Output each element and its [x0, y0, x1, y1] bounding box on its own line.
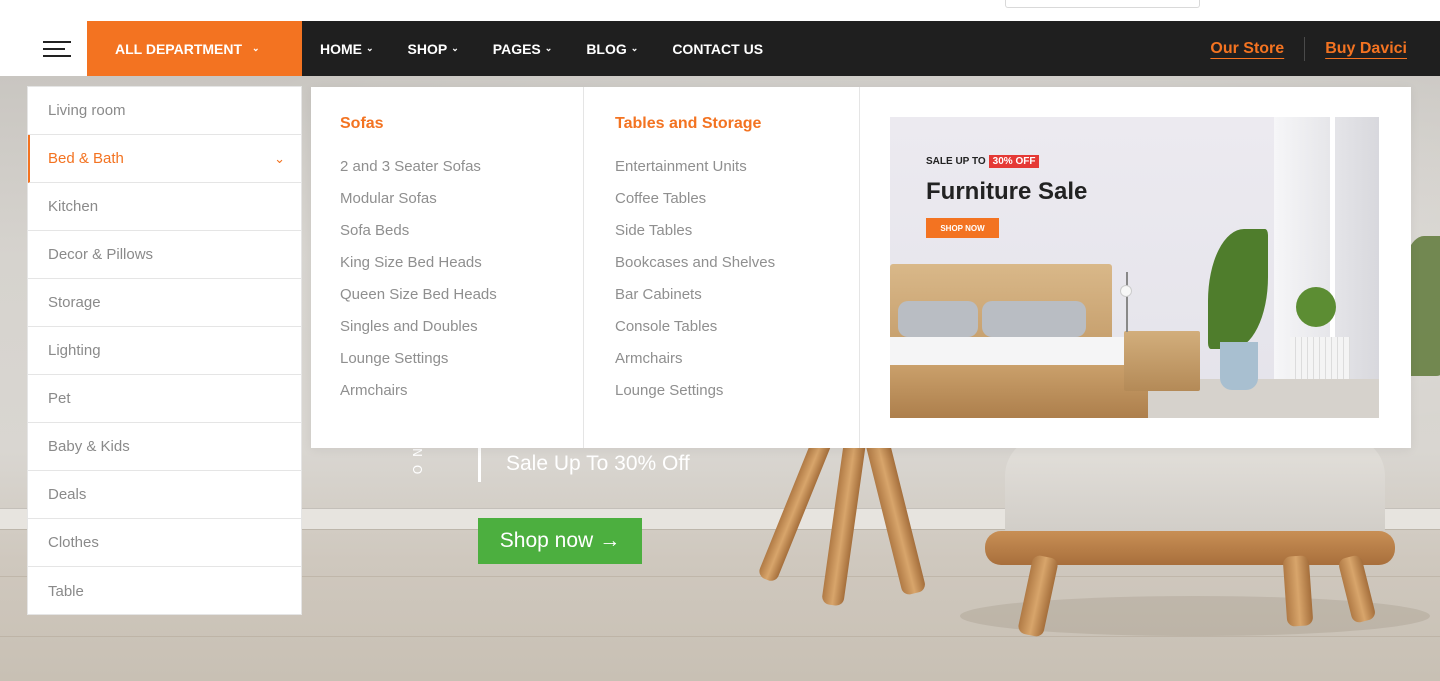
mega-link[interactable]: Coffee Tables: [615, 189, 859, 221]
mega-link[interactable]: Armchairs: [615, 349, 859, 381]
menu-item-blog[interactable]: BLOG ⌄: [586, 41, 638, 57]
department-sidebar: Living room Bed & Bath ⌄ Kitchen Decor & …: [27, 86, 302, 615]
sidebar-item-pet[interactable]: Pet: [28, 375, 301, 423]
sidebar-item-label: Clothes: [48, 534, 99, 551]
mega-link[interactable]: Entertainment Units: [615, 157, 859, 189]
sidebar-item-label: Bed & Bath: [48, 150, 124, 167]
sidebar-item-storage[interactable]: Storage: [28, 279, 301, 327]
mega-link[interactable]: Singles and Doubles: [340, 317, 583, 349]
promo-sale-prefix: SALE UP TO: [926, 156, 986, 167]
mega-link[interactable]: Queen Size Bed Heads: [340, 285, 583, 317]
mega-column-sofas: Sofas 2 and 3 Seater Sofas Modular Sofas…: [311, 87, 584, 448]
menu-item-pages[interactable]: PAGES ⌄: [493, 41, 553, 57]
mega-link[interactable]: Armchairs: [340, 381, 583, 413]
promo-pillow: [982, 301, 1086, 337]
mega-link[interactable]: Sofa Beds: [340, 221, 583, 253]
sidebar-item-kitchen[interactable]: Kitchen: [28, 183, 301, 231]
sidebar-item-label: Storage: [48, 294, 101, 311]
hero-vertical-label: O N: [411, 446, 425, 475]
main-menu: HOME ⌄ SHOP ⌄ PAGES ⌄ BLOG ⌄ CONTACT US: [320, 21, 797, 76]
sidebar-item-bed-bath[interactable]: Bed & Bath ⌄: [28, 135, 301, 183]
floor-line: [0, 636, 1440, 637]
sidebar-item-living-room[interactable]: Living room: [28, 87, 301, 135]
shop-now-button[interactable]: Shop now →: [478, 518, 642, 564]
shop-now-label: Shop now: [499, 529, 594, 552]
chevron-down-icon: ⌄: [544, 43, 553, 53]
promo-lamp-head: [1120, 285, 1132, 297]
all-department-label: ALL DEPARTMENT: [115, 40, 243, 57]
mega-link[interactable]: Bar Cabinets: [615, 285, 859, 317]
chevron-down-icon: ⌄: [451, 43, 459, 53]
promo-nightstand: [1124, 331, 1200, 391]
chevron-down-icon: ⌄: [630, 43, 639, 53]
all-department-button[interactable]: ALL DEPARTMENT ⌄: [87, 21, 302, 76]
promo-shop-now-button[interactable]: SHOP NOW: [926, 218, 999, 238]
mega-link[interactable]: King Size Bed Heads: [340, 253, 583, 285]
sidebar-item-label: Table: [48, 582, 84, 600]
menu-item-home[interactable]: HOME ⌄: [320, 41, 374, 57]
menu-item-shop[interactable]: SHOP ⌄: [408, 41, 459, 57]
menu-item-label: CONTACT US: [672, 40, 764, 57]
menu-item-label: HOME: [320, 40, 362, 57]
main-navbar: ALL DEPARTMENT ⌄ HOME ⌄ SHOP ⌄ PAGES ⌄ B…: [27, 21, 1440, 76]
buy-davici-link[interactable]: Buy Davici: [1325, 40, 1407, 58]
promo-title: Furniture Sale: [926, 178, 1088, 205]
sidebar-item-decor-pillows[interactable]: Decor & Pillows: [28, 231, 301, 279]
mega-link[interactable]: 2 and 3 Seater Sofas: [340, 157, 583, 189]
promo-small-plant: [1296, 287, 1336, 327]
mega-link[interactable]: Side Tables: [615, 221, 859, 253]
chevron-down-icon: ⌄: [274, 150, 285, 166]
mega-link[interactable]: Bookcases and Shelves: [615, 253, 859, 285]
mega-link[interactable]: Modular Sofas: [340, 189, 583, 221]
hamburger-icon[interactable]: [27, 21, 87, 76]
sidebar-item-label: Kitchen: [48, 198, 99, 215]
promo-lamp: [1126, 272, 1128, 332]
chevron-down-icon: ⌄: [366, 43, 374, 53]
armchair-seat: [1005, 436, 1385, 546]
mega-link[interactable]: Lounge Settings: [615, 381, 859, 413]
mega-column-tables-storage: Tables and Storage Entertainment Units C…: [584, 87, 860, 448]
sidebar-item-label: Decor & Pillows: [48, 246, 154, 263]
promo-footboard: [890, 365, 1148, 418]
hero-sale-bar: [478, 446, 481, 482]
menu-item-label: BLOG: [586, 40, 627, 57]
furniture-sale-banner[interactable]: SALE UP TO 30% OFF Furniture Sale SHOP N…: [890, 117, 1379, 418]
chevron-down-icon: ⌄: [252, 43, 260, 53]
sidebar-item-lighting[interactable]: Lighting: [28, 327, 301, 375]
top-strip: [0, 0, 1440, 21]
header-right-links: Our Store Buy Davici: [1210, 21, 1407, 76]
sidebar-item-label: Deals: [48, 486, 87, 503]
our-store-link[interactable]: Our Store: [1210, 40, 1284, 58]
sidebar-item-label: Lighting: [48, 342, 101, 359]
sidebar-item-baby-kids[interactable]: Baby & Kids: [28, 423, 301, 471]
mega-menu: Sofas 2 and 3 Seater Sofas Modular Sofas…: [311, 87, 1411, 448]
mega-link[interactable]: Console Tables: [615, 317, 859, 349]
hero-sale-text: Sale Up To 30% Off: [506, 452, 690, 475]
sidebar-item-label: Pet: [48, 390, 71, 407]
promo-pot: [1220, 342, 1258, 390]
mega-column-title[interactable]: Sofas: [340, 115, 583, 133]
promo-pillow: [898, 301, 978, 337]
sidebar-item-deals[interactable]: Deals: [28, 471, 301, 519]
menu-item-label: SHOP: [407, 40, 448, 57]
promo-sale-label: SALE UP TO 30% OFF: [926, 155, 1040, 168]
sidebar-item-label: Baby & Kids: [48, 438, 130, 455]
menu-item-label: PAGES: [492, 40, 541, 57]
hero-vertical-text: O N: [408, 446, 425, 480]
promo-sale-badge: 30% OFF: [988, 155, 1040, 168]
menu-item-contact[interactable]: CONTACT US: [672, 41, 763, 57]
sidebar-item-clothes[interactable]: Clothes: [28, 519, 301, 567]
mega-column-title[interactable]: Tables and Storage: [615, 115, 859, 133]
sidebar-item-table[interactable]: Table: [28, 567, 301, 615]
arrow-right-icon: →: [599, 529, 621, 552]
link-divider: [1304, 36, 1306, 61]
mega-link[interactable]: Lounge Settings: [340, 349, 583, 381]
search-box[interactable]: [1005, 0, 1200, 8]
armchair-leg: [1282, 555, 1314, 627]
sidebar-item-label: Living room: [48, 102, 126, 119]
